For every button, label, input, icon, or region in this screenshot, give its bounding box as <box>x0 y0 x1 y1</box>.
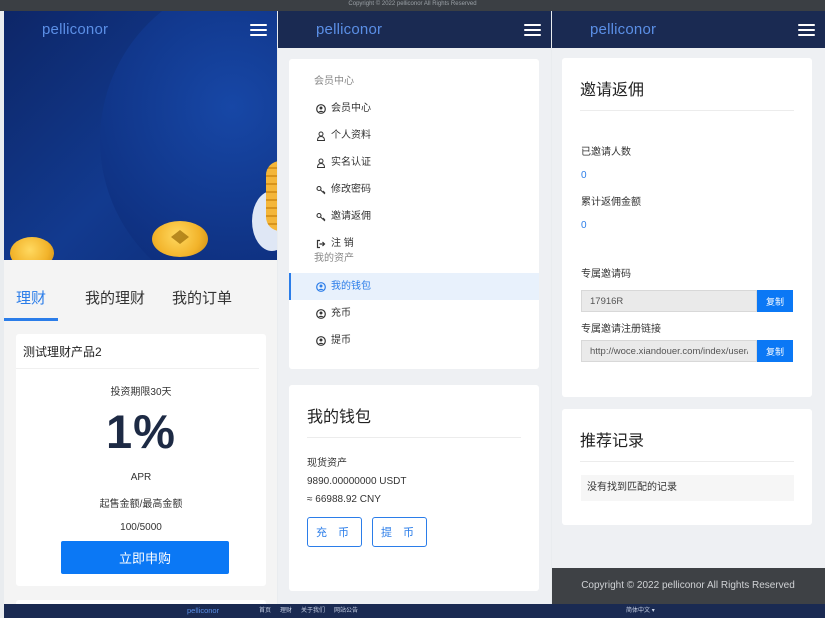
menu-item-change-password[interactable]: 修改密码 <box>289 176 539 203</box>
menu-item-deposit[interactable]: 充币 <box>289 300 539 327</box>
brand-logo[interactable]: pelliconor <box>590 21 656 38</box>
chevron-down-icon: ▾ <box>651 608 655 614</box>
hero-banner <box>4 11 277 260</box>
invite-code-input[interactable] <box>581 290 757 312</box>
tab-my-finance[interactable]: 我的理财 <box>85 287 145 321</box>
bottom-links: 首页 理财 关于我们 网站公告 <box>259 604 358 618</box>
deposit-button[interactable]: 充 币 <box>307 517 362 547</box>
invite-link-row: 复制 <box>581 340 793 362</box>
invite-code-label: 专属邀请码 <box>581 269 631 280</box>
menu-item-invite-rebate[interactable]: 邀请返佣 <box>289 203 539 230</box>
footer-copyright: Copyright © 2022 pelliconor All Rights R… <box>552 568 825 604</box>
menu-icon[interactable] <box>798 23 815 36</box>
product-title: 测试理财产品2 <box>16 334 259 369</box>
member-menu: 会员中心 会员中心 个人资料 实名认证 修改密码 邀请返佣 注 销 我的资产 我 <box>289 59 539 369</box>
menu-item-label: 修改密码 <box>331 184 371 195</box>
navbar: pelliconor <box>4 11 277 48</box>
invite-link-input[interactable] <box>581 340 757 362</box>
copy-link-button[interactable]: 复制 <box>757 340 793 362</box>
invited-count-label: 已邀请人数 <box>581 147 631 158</box>
panel-finance: pelliconor 理财 我的理财 我的订单 测试理财产品2 投资期限30天 … <box>4 11 277 604</box>
spot-assets-label: 现货资产 <box>307 458 347 469</box>
panel-invite: pelliconor 邀请返佣 已邀请人数 0 累计返佣金额 0 专属邀请码 复… <box>552 11 825 604</box>
panel-wallet: pelliconor 会员中心 会员中心 个人资料 实名认证 修改密码 邀请返佣… <box>278 11 551 604</box>
withdraw-button[interactable]: 提 币 <box>372 517 427 547</box>
key-icon <box>316 212 326 221</box>
wallet-card: 我的钱包 现货资产 9890.00000000 USDT ≈ 66988.92 … <box>289 385 539 591</box>
navbar: pelliconor <box>278 11 551 48</box>
user-circle-icon <box>316 308 326 319</box>
person-icon <box>316 131 326 141</box>
menu-item-profile[interactable]: 个人资料 <box>289 122 539 149</box>
menu-item-label: 我的钱包 <box>331 281 371 292</box>
invite-card: 邀请返佣 已邀请人数 0 累计返佣金额 0 专属邀请码 复制 专属邀请注册链接 … <box>562 58 812 397</box>
product-rate: 1% <box>106 405 176 458</box>
copy-code-button[interactable]: 复制 <box>757 290 793 312</box>
bottom-nav-bar: pelliconor 首页 理财 关于我们 网站公告 简体中文 ▾ <box>4 604 825 618</box>
invite-title: 邀请返佣 <box>580 82 645 99</box>
menu-item-label: 会员中心 <box>331 103 371 114</box>
navbar: pelliconor <box>552 11 825 48</box>
referral-records-card: 推荐记录 没有找到匹配的记录 <box>562 409 812 525</box>
menu-item-label: 邀请返佣 <box>331 211 371 222</box>
product-period: 投资期限30天 <box>110 387 172 398</box>
gold-coin-image <box>10 237 54 260</box>
gold-coin-image <box>152 221 208 257</box>
top-copyright-text: Copyright © 2022 pelliconor All Rights R… <box>348 1 477 7</box>
user-circle-icon <box>316 103 326 114</box>
product-amount-label: 起售金额/最高金额 <box>99 499 183 510</box>
apply-button[interactable]: 立即申购 <box>61 541 229 574</box>
coin-stack-image <box>266 161 277 231</box>
menu-item-label: 个人资料 <box>331 130 371 141</box>
user-circle-icon <box>316 281 326 292</box>
bottom-link-about[interactable]: 关于我们 <box>301 604 325 618</box>
bottom-link-finance[interactable]: 理财 <box>280 604 292 618</box>
tab-my-orders[interactable]: 我的订单 <box>172 287 232 321</box>
tab-finance[interactable]: 理财 <box>4 287 59 321</box>
usdt-balance: 9890.00000000 USDT <box>307 476 407 487</box>
product-card: 测试理财产品2 投资期限30天 1% APR 起售金额/最高金额 100/500… <box>16 334 266 586</box>
menu-item-my-wallet[interactable]: 我的钱包 <box>289 273 539 300</box>
menu-icon[interactable] <box>250 23 267 36</box>
bottom-link-notice[interactable]: 网站公告 <box>334 604 358 618</box>
product-rate-label: APR <box>130 472 152 483</box>
language-label: 简体中文 <box>626 608 651 614</box>
divider <box>307 437 521 438</box>
brand-logo[interactable]: pelliconor <box>42 21 108 38</box>
user-circle-icon <box>316 335 326 346</box>
wallet-title: 我的钱包 <box>307 409 372 426</box>
language-selector[interactable]: 简体中文 ▾ <box>626 604 655 618</box>
person-icon <box>316 158 326 168</box>
menu-item-label: 充币 <box>331 308 351 319</box>
bottom-brand[interactable]: pelliconor <box>187 604 219 618</box>
logout-icon <box>316 239 326 248</box>
menu-item-verification[interactable]: 实名认证 <box>289 149 539 176</box>
invite-link-label: 专属邀请注册链接 <box>581 324 661 335</box>
menu-item-member-center[interactable]: 会员中心 <box>289 95 539 122</box>
menu-section-member-center: 会员中心 <box>314 76 354 87</box>
rebate-amount-value: 0 <box>581 220 587 231</box>
menu-item-label: 提币 <box>331 335 351 346</box>
menu-item-withdraw[interactable]: 提币 <box>289 327 539 354</box>
cny-balance: ≈ 66988.92 CNY <box>307 494 381 505</box>
rebate-amount-label: 累计返佣金额 <box>581 197 641 208</box>
finance-tabs: 理财 我的理财 我的订单 <box>4 287 277 321</box>
divider <box>580 110 794 111</box>
key-icon <box>316 185 326 194</box>
records-title: 推荐记录 <box>580 433 645 450</box>
menu-section-my-assets: 我的资产 <box>314 253 354 264</box>
invited-count-value: 0 <box>581 170 587 181</box>
records-empty-message: 没有找到匹配的记录 <box>581 475 794 501</box>
menu-icon[interactable] <box>524 23 541 36</box>
brand-logo[interactable]: pelliconor <box>316 21 382 38</box>
bottom-link-home[interactable]: 首页 <box>259 604 271 618</box>
top-copyright-strip: Copyright © 2022 pelliconor All Rights R… <box>0 0 825 11</box>
divider <box>580 461 794 462</box>
invite-code-row: 复制 <box>581 290 793 312</box>
menu-item-label: 实名认证 <box>331 157 371 168</box>
product-amount-range: 100/5000 <box>120 522 162 533</box>
